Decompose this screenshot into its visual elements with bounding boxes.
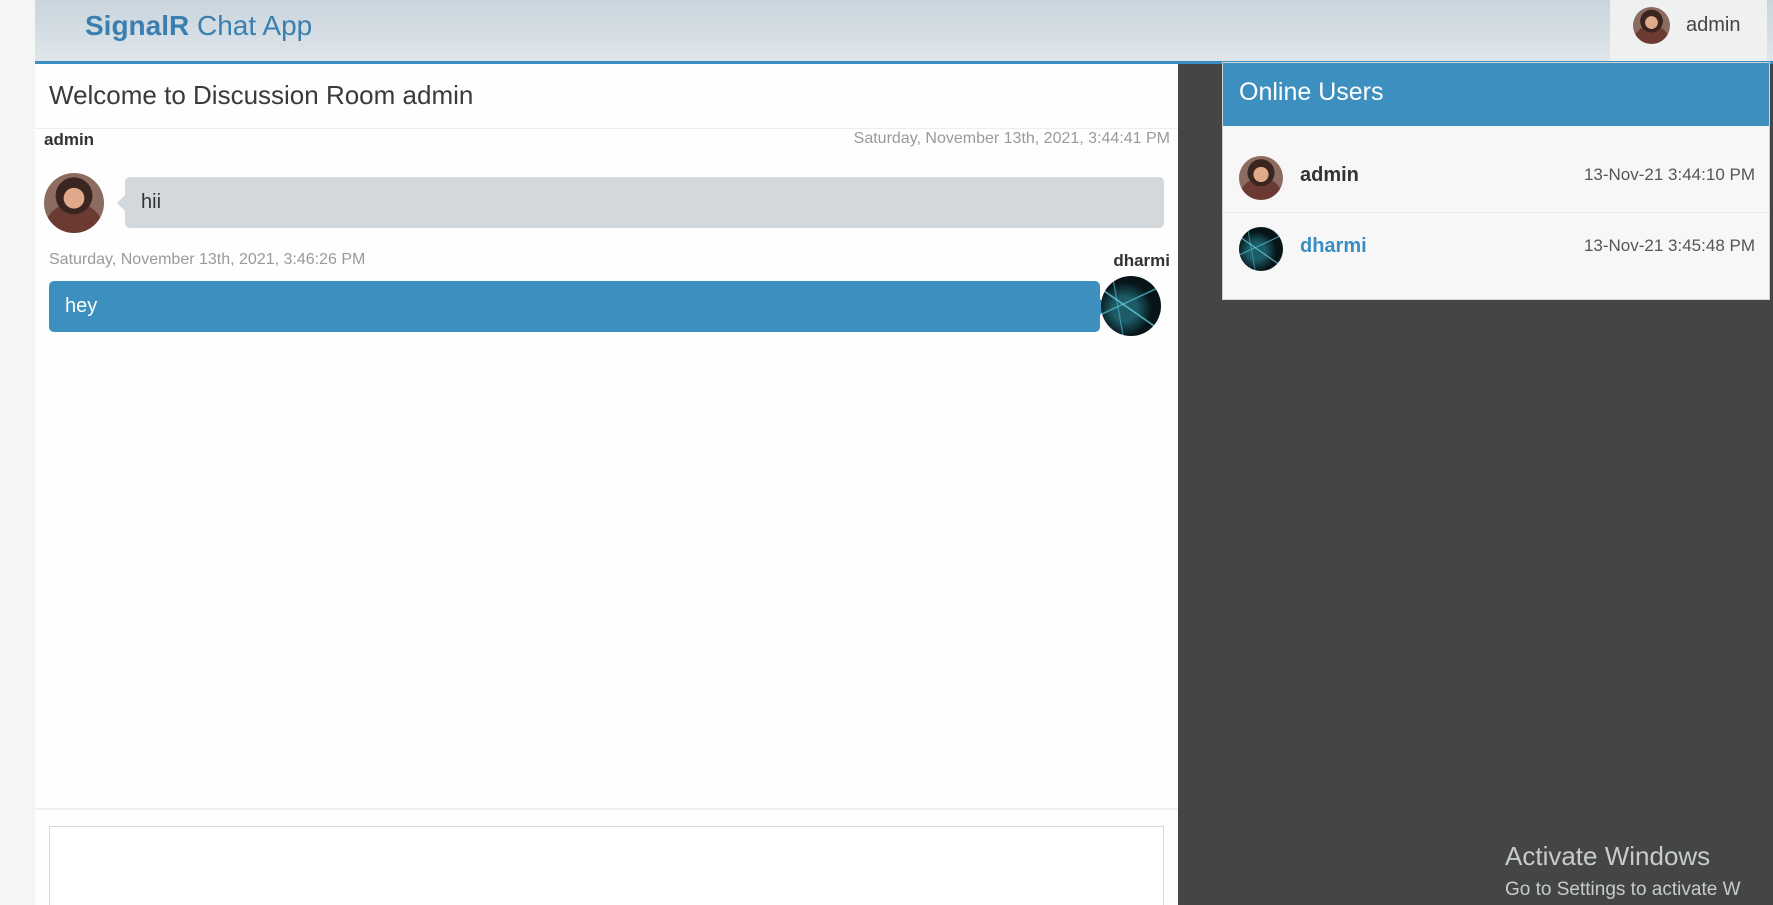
online-user-row[interactable]: admin 13-Nov-21 3:44:10 PM [1223, 142, 1769, 212]
watermark-subtitle: Go to Settings to activate W [1505, 879, 1741, 900]
divider [35, 808, 1178, 810]
message-bubble: hey [49, 281, 1108, 332]
online-user-name: dharmi [1300, 235, 1367, 257]
divider [35, 128, 1178, 129]
online-user-row[interactable]: dharmi 13-Nov-21 3:45:48 PM [1223, 213, 1769, 283]
message-input[interactable] [49, 826, 1164, 905]
online-user-name: admin [1300, 164, 1359, 186]
user-menu-name: admin [1686, 14, 1741, 36]
app-brand[interactable]: SignalR Chat App [85, 10, 312, 42]
message-time: Saturday, November 13th, 2021, 3:46:26 P… [49, 251, 366, 268]
online-user-avatar [1239, 227, 1283, 271]
chat-panel: Welcome to Discussion Room admin admin S… [35, 64, 1178, 905]
online-user-time: 13-Nov-21 3:45:48 PM [1583, 236, 1755, 255]
room-title: Welcome to Discussion Room admin [49, 80, 474, 110]
activation-watermark: Activate Windows Go to Settings to activ… [1505, 841, 1741, 900]
brand-bold: SignalR [85, 10, 190, 41]
message-avatar [1101, 276, 1161, 336]
left-gutter [0, 0, 35, 905]
watermark-title: Activate Windows [1505, 841, 1711, 871]
message-author: admin [44, 130, 95, 149]
online-users-title: Online Users [1223, 63, 1769, 126]
online-user-time: 13-Nov-21 3:44:10 PM [1583, 165, 1755, 184]
message-author: dharmi [1113, 251, 1170, 270]
message-time: Saturday, November 13th, 2021, 3:44:41 P… [853, 130, 1170, 147]
message-bubble: hii [117, 177, 1164, 228]
user-avatar [1633, 7, 1670, 44]
brand-rest: Chat App [189, 10, 313, 41]
message-avatar [44, 173, 104, 233]
online-users-panel: Online Users admin 13-Nov-21 3:44:10 PM … [1222, 62, 1770, 300]
online-user-avatar [1239, 156, 1283, 200]
user-menu[interactable]: admin [1610, 0, 1767, 61]
navbar: SignalR Chat App admin [35, 0, 1773, 64]
